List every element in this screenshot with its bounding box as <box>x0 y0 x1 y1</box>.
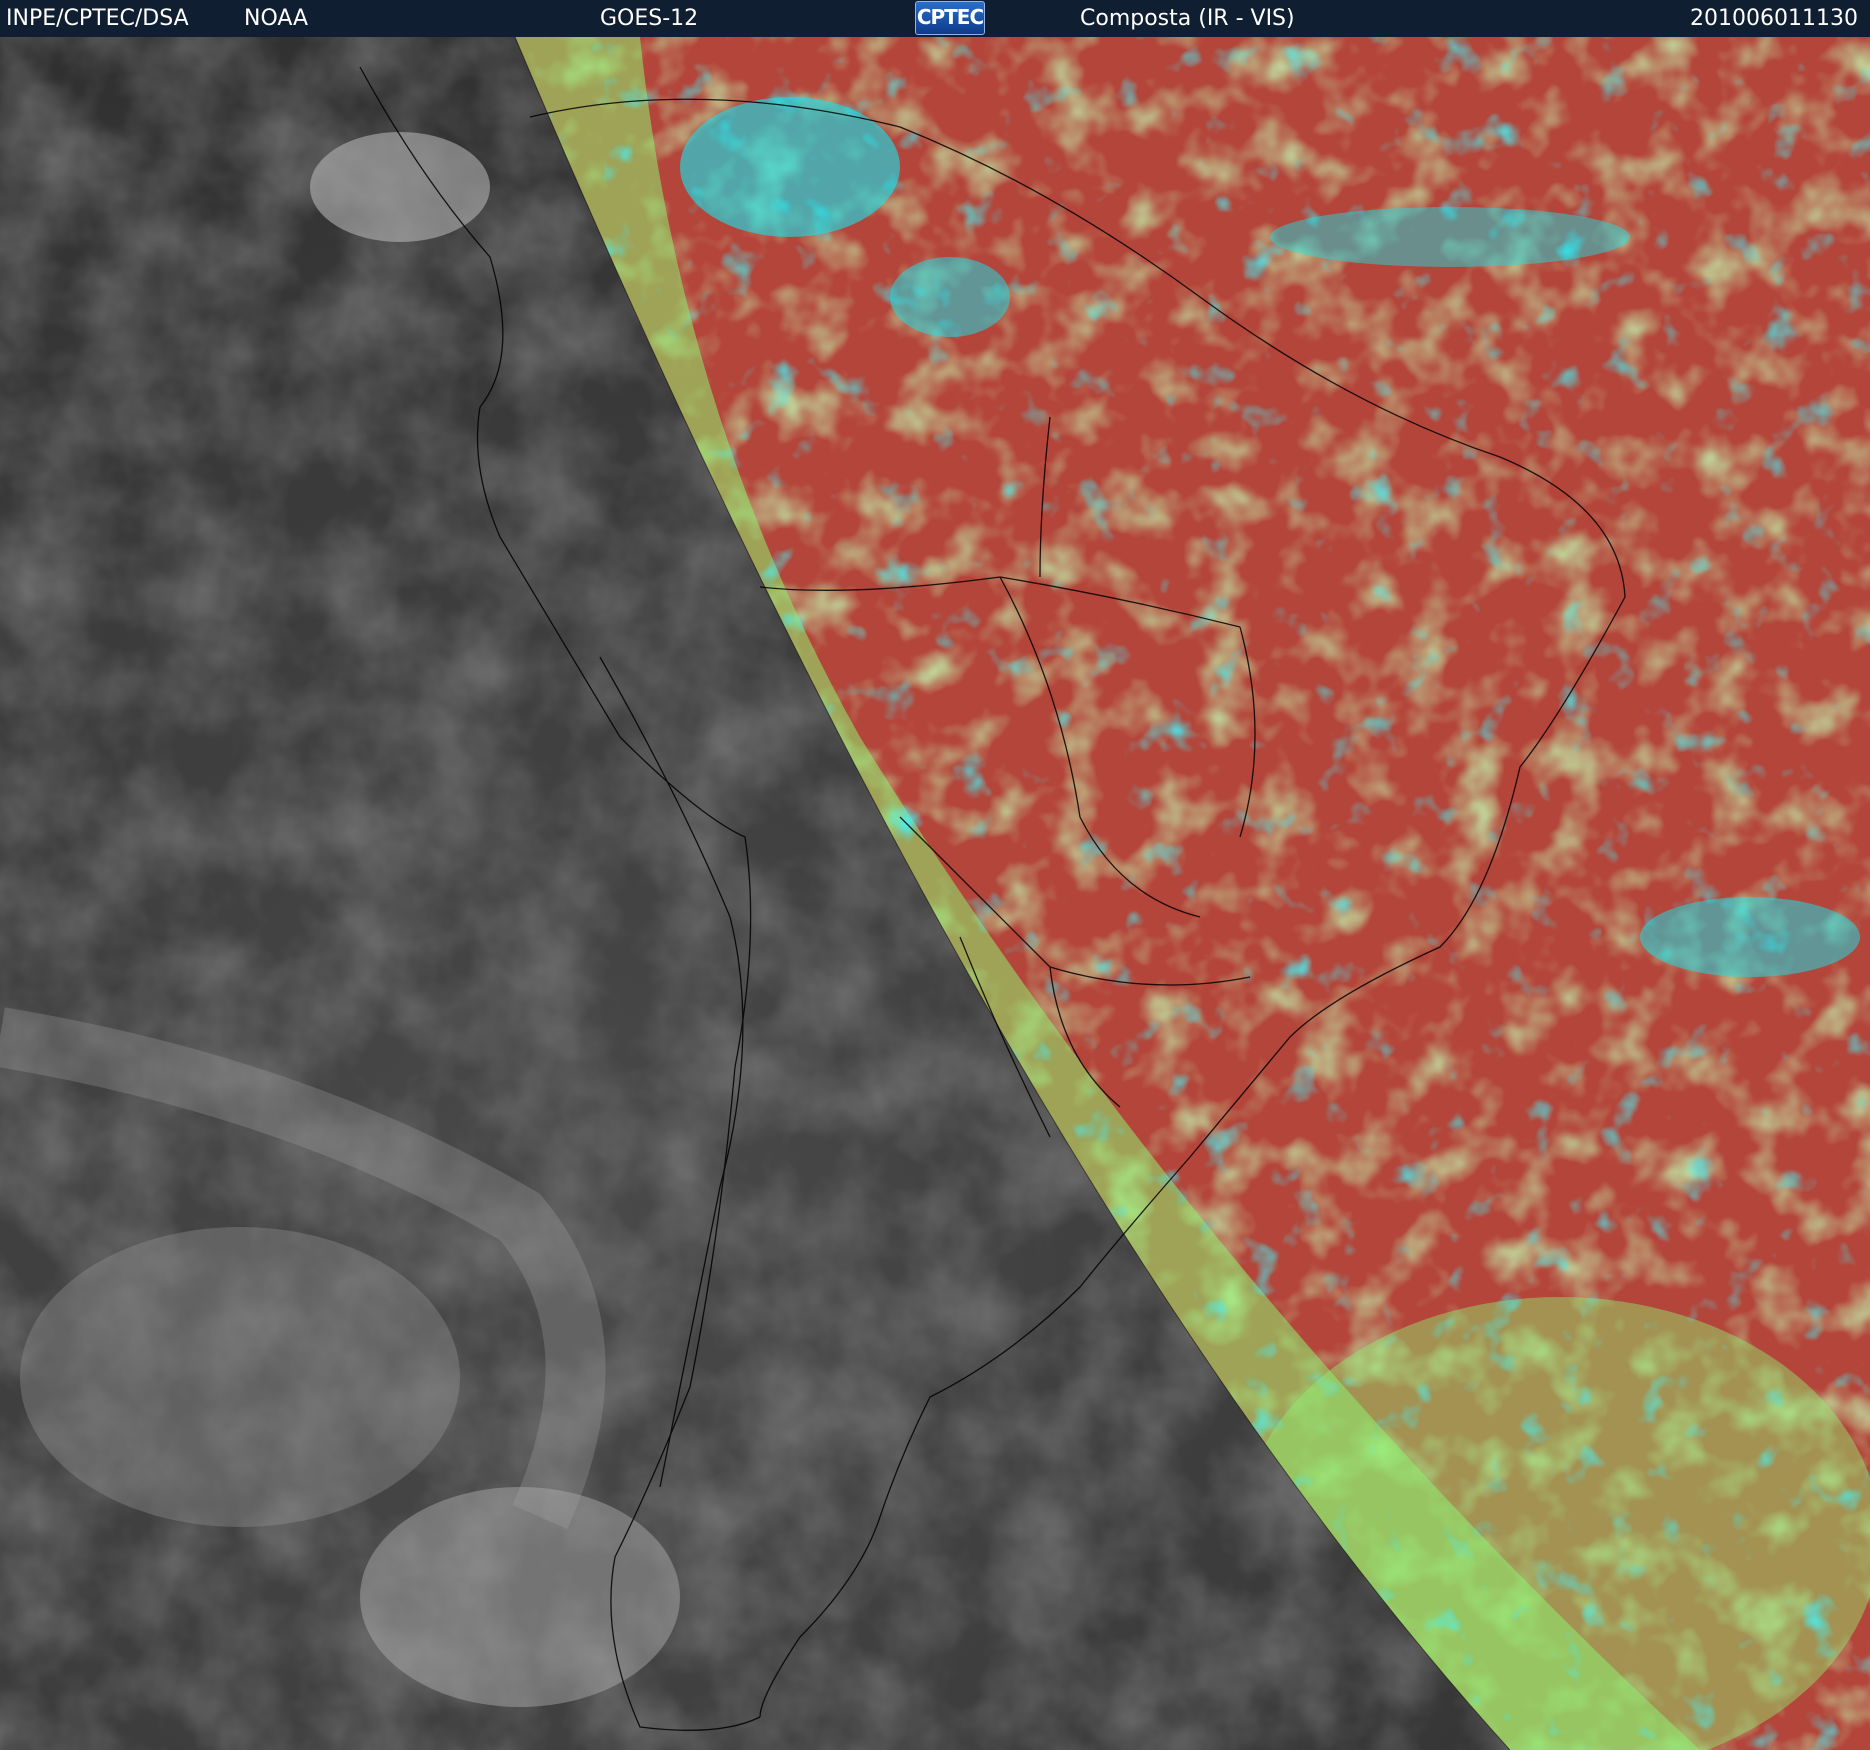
provider-label: NOAA <box>244 6 309 31</box>
title-bar: INPE/CPTEC/DSA NOAA GOES-12 CPTEC Compos… <box>0 0 1870 37</box>
satellite-label: GOES-12 <box>600 6 699 31</box>
agency-label: INPE/CPTEC/DSA <box>6 6 189 31</box>
satellite-map-svg <box>0 37 1870 1750</box>
product-label: Composta (IR - VIS) <box>1080 6 1295 31</box>
cptec-logo: CPTEC <box>915 1 985 35</box>
timestamp-label: 201006011130 <box>1690 6 1858 31</box>
satellite-image <box>0 37 1870 1750</box>
ir-cyclone-swirl <box>20 1227 460 1527</box>
ir-cloud-band-south <box>360 1487 680 1707</box>
